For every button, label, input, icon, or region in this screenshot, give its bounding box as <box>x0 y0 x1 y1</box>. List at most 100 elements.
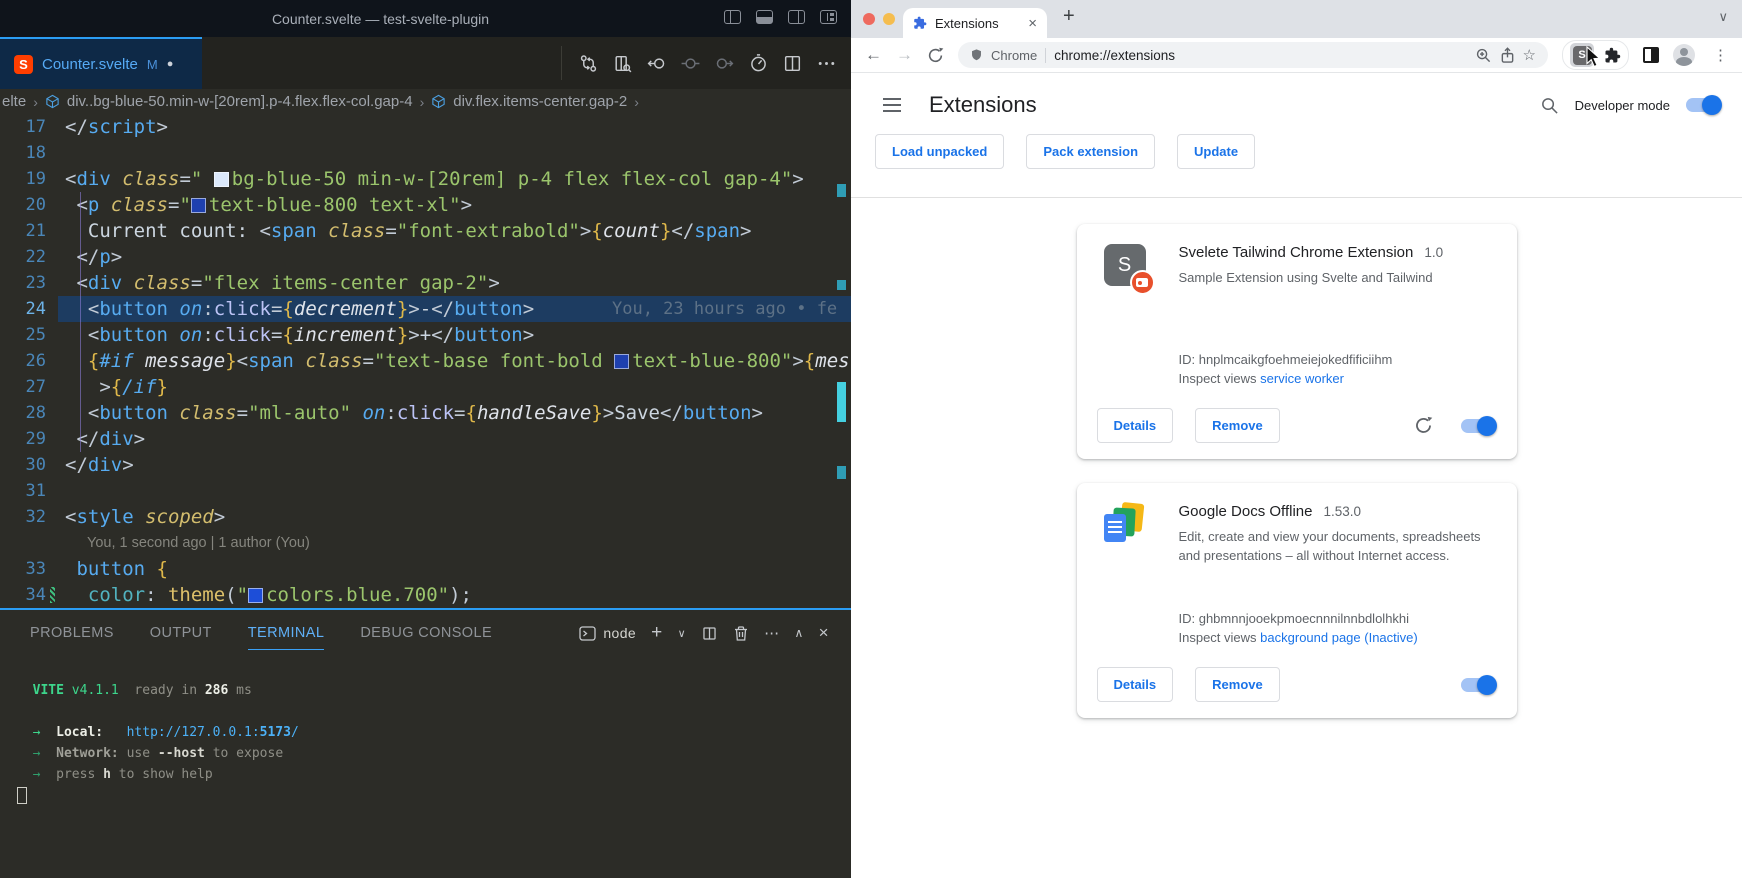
tab-search-chevron-icon[interactable]: ∨ <box>1718 9 1728 25</box>
tab-close-icon[interactable]: × <box>1028 15 1037 32</box>
navigate-forward-icon[interactable] <box>714 53 735 74</box>
chrome-toolbar: ← → Chrome chrome://extensions ☆ S <box>851 38 1742 73</box>
extensions-puzzle-icon[interactable] <box>1604 47 1621 64</box>
site-info-shield-icon[interactable] <box>970 48 983 62</box>
current-location-icon <box>680 53 701 74</box>
share-icon[interactable] <box>1500 47 1515 64</box>
breadcrumb-item-file[interactable]: elte <box>2 93 26 110</box>
terminal-line: VITE v4.1.1 ready in 286 ms <box>17 680 851 701</box>
tab-output[interactable]: OUTPUT <box>150 617 212 650</box>
terminal-shell-selector[interactable]: node <box>579 625 636 641</box>
details-button[interactable]: Details <box>1097 667 1174 702</box>
extension-description: Sample Extension using Svelte and Tailwi… <box>1179 268 1497 287</box>
kill-terminal-trash-icon[interactable] <box>733 625 749 642</box>
split-editor-icon[interactable] <box>782 53 803 74</box>
inspect-views-label: Inspect views <box>1179 630 1257 645</box>
reload-icon[interactable] <box>927 47 944 64</box>
reload-extension-icon[interactable] <box>1414 416 1433 435</box>
views-more-actions-icon[interactable]: ⋯ <box>764 624 779 642</box>
profile-avatar[interactable] <box>1673 44 1695 66</box>
remove-button[interactable]: Remove <box>1195 408 1280 443</box>
maximize-panel-icon[interactable]: ∧ <box>794 626 803 640</box>
terminal-icon <box>579 626 596 641</box>
tab-counter-svelte[interactable]: S Counter.svelte M ● <box>0 37 202 89</box>
url-text[interactable]: chrome://extensions <box>1054 48 1175 63</box>
color-decorator-icon[interactable] <box>248 588 263 603</box>
terminal-output[interactable]: VITE v4.1.1 ready in 286 ms → Local: htt… <box>0 656 851 878</box>
back-icon[interactable]: ← <box>865 45 882 65</box>
line-number: 25 <box>0 322 46 348</box>
side-panel-icon[interactable] <box>1643 47 1659 63</box>
editor-actions <box>561 46 851 80</box>
editor-tab-bar: S Counter.svelte M ● <box>0 37 851 89</box>
new-tab-icon[interactable]: + <box>1063 5 1075 28</box>
extension-enabled-toggle[interactable] <box>1461 678 1495 692</box>
terminal-line <box>17 701 851 722</box>
code-line: 22</p> <box>0 244 851 270</box>
details-button[interactable]: Details <box>1097 408 1174 443</box>
blame-annotation: You, 1 second ago | 1 author (You) <box>0 530 851 556</box>
extension-enabled-toggle[interactable] <box>1461 419 1495 433</box>
toggle-primary-sidebar-icon[interactable] <box>724 10 741 24</box>
service-worker-link[interactable]: service worker <box>1260 371 1344 386</box>
code-editor[interactable]: 17</script>1819<div class=" bg-blue-50 m… <box>0 114 851 608</box>
address-bar[interactable]: Chrome chrome://extensions ☆ <box>958 42 1548 68</box>
developer-mode-toggle[interactable] <box>1686 98 1720 112</box>
dirty-indicator-icon[interactable]: ● <box>167 58 174 70</box>
chevron-right-icon: › <box>634 94 639 110</box>
extension-icon-google-docs <box>1104 503 1148 655</box>
launch-profile-chevron-icon[interactable]: ∨ <box>678 627 686 640</box>
tab-problems[interactable]: PROBLEMS <box>30 617 114 650</box>
source-control-compare-icon[interactable] <box>578 53 599 74</box>
line-number: 20 <box>0 192 46 218</box>
search-icon[interactable] <box>1540 96 1559 115</box>
tab-terminal[interactable]: TERMINAL <box>248 617 325 650</box>
breadcrumb-item-div-inner[interactable]: div.flex.items-center.gap-2 <box>453 93 627 110</box>
code-line: 17</script> <box>0 114 851 140</box>
remove-button[interactable]: Remove <box>1195 667 1280 702</box>
pack-extension-button[interactable]: Pack extension <box>1026 134 1155 169</box>
extensions-favicon <box>913 16 927 30</box>
run-timer-icon[interactable] <box>748 53 769 74</box>
chrome-menu-icon[interactable]: ⋮ <box>1713 46 1728 64</box>
split-terminal-icon[interactable] <box>701 625 718 642</box>
code-line: 26{#if message}<span class="text-base fo… <box>0 348 851 374</box>
shell-label: node <box>603 625 636 641</box>
inline-blame: You, 23 hours ago • fe <box>612 296 837 322</box>
customize-layout-icon[interactable] <box>820 10 837 24</box>
code-line: 34color: theme("colors.blue.700"); <box>0 582 851 608</box>
toggle-panel-icon[interactable] <box>756 10 773 24</box>
modified-region-mark <box>837 466 846 479</box>
toggle-secondary-sidebar-icon[interactable] <box>788 10 805 24</box>
close-panel-icon[interactable]: × <box>819 623 829 643</box>
breadcrumb-item-div-outer[interactable]: div..bg-blue-50.min-w-[20rem].p-4.flex.f… <box>67 93 413 110</box>
panel-tab-bar: PROBLEMS OUTPUT TERMINAL DEBUG CONSOLE n… <box>0 610 851 656</box>
extension-version: 1.53.0 <box>1323 504 1361 519</box>
scrollbar-decorations[interactable] <box>837 114 849 608</box>
color-decorator-icon[interactable] <box>191 198 206 213</box>
color-decorator-icon[interactable] <box>614 354 629 369</box>
terminal-line: → press h to show help <box>17 764 851 785</box>
tab-debug-console[interactable]: DEBUG CONSOLE <box>360 617 492 650</box>
more-actions-icon[interactable] <box>816 53 837 74</box>
navigate-back-icon[interactable] <box>646 53 667 74</box>
browser-tab-extensions[interactable]: Extensions × <box>903 8 1047 38</box>
load-unpacked-button[interactable]: Load unpacked <box>875 134 1004 169</box>
line-number: 26 <box>0 348 46 374</box>
open-preview-icon[interactable] <box>612 53 633 74</box>
minimize-window-icon[interactable] <box>883 13 895 25</box>
main-menu-icon[interactable] <box>881 96 903 114</box>
update-button[interactable]: Update <box>1177 134 1255 169</box>
zoom-page-icon[interactable] <box>1475 47 1492 64</box>
chrome-tab-strip: Extensions × + ∨ <box>851 0 1742 38</box>
background-page-link[interactable]: background page (Inactive) <box>1260 630 1418 645</box>
screen: Counter.svelte — test-svelte-plugin S Co… <box>0 0 1742 878</box>
color-decorator-icon[interactable] <box>214 172 229 187</box>
new-terminal-icon[interactable]: + <box>651 622 663 644</box>
vscode-titlebar: Counter.svelte — test-svelte-plugin <box>0 0 851 37</box>
developer-mode-label: Developer mode <box>1575 98 1670 113</box>
symbol-element-icon <box>45 94 60 109</box>
line-number: 28 <box>0 400 46 426</box>
close-window-icon[interactable] <box>863 13 875 25</box>
bookmark-star-icon[interactable]: ☆ <box>1523 46 1536 64</box>
